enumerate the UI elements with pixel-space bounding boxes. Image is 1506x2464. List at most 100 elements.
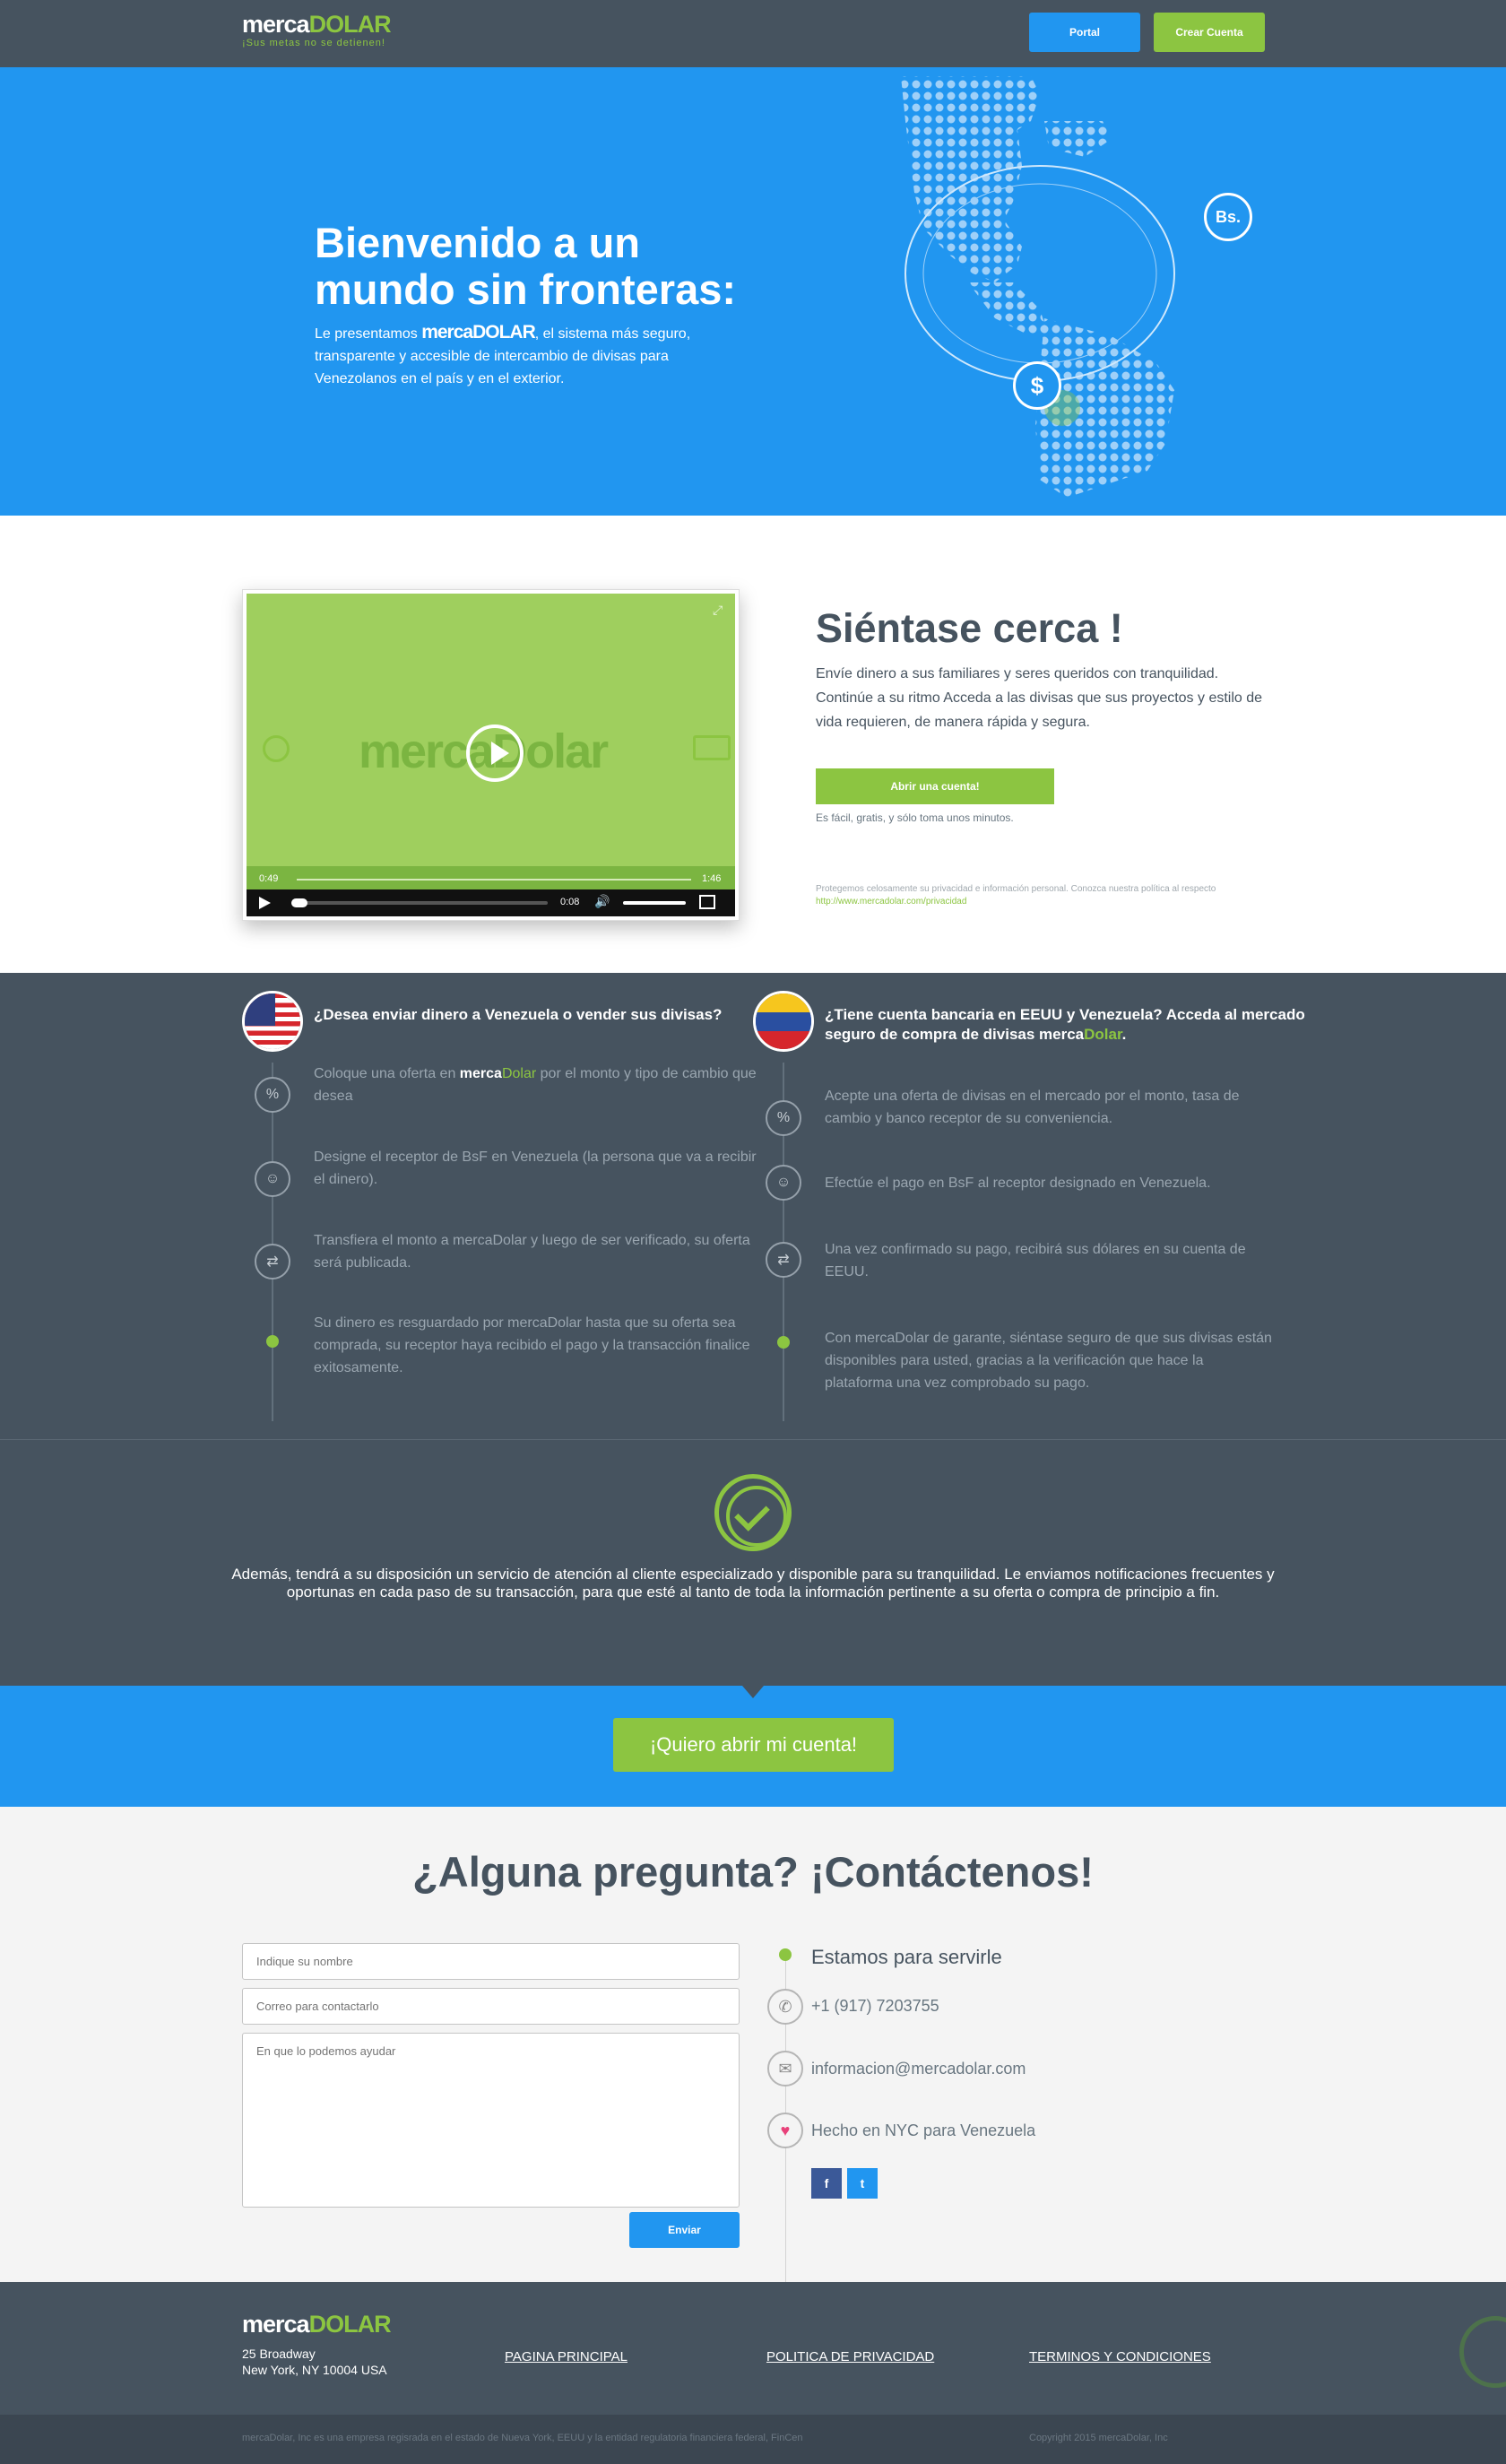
buy-currency-column: ¿Tiene cuenta bancaria en EEUU y Venezue…	[753, 973, 1305, 1439]
email-input[interactable]	[242, 1988, 740, 2025]
feel-close-body: Envíe dinero a sus familiares y seres qu…	[816, 666, 1263, 730]
volume-icon[interactable]: 🔊	[594, 894, 610, 909]
header-tagline: ¡Sus metas no se detienen!	[242, 38, 385, 48]
check-circle-icon	[714, 1474, 792, 1551]
buy-currency-title: ¿Tiene cuenta bancaria en EEUU y Venezue…	[825, 1005, 1309, 1045]
copyright-bar: mercaDolar, Inc es una empresa regisrada…	[0, 2415, 1506, 2464]
hero-title-line2: mundo sin fronteras:	[315, 265, 737, 313]
transfer-icon: ⇄	[255, 1244, 290, 1280]
send-money-column: ¿Desea enviar dinero a Venezuela o vende…	[242, 973, 771, 1439]
made-in-text: Hecho en NYC para Venezuela	[811, 2121, 1036, 2139]
seek-track[interactable]	[297, 879, 691, 881]
open-account-button[interactable]: Abrir una cuenta!	[816, 768, 1054, 804]
send-step-1-brand: mercaDolar	[460, 1066, 536, 1081]
elapsed-time: 0:49	[259, 873, 279, 884]
expand-icon[interactable]	[699, 895, 715, 909]
serve-dot	[779, 1948, 792, 1961]
map-central-america	[968, 282, 1049, 336]
send-step-2: Designe el receptor de BsF en Venezuela …	[314, 1150, 757, 1187]
assurance-text: Además, tendrá a su disposición un servi…	[231, 1566, 1275, 1601]
dollar-badge: $	[1013, 361, 1061, 410]
map-east-blob	[1044, 121, 1112, 157]
send-money-title: ¿Desea enviar dinero a Venezuela o vende…	[314, 1006, 723, 1023]
hero-inline-logo-dolar: DOLAR	[472, 322, 536, 343]
privacy-link[interactable]: http://www.mercadolar.com/privacidad	[816, 897, 966, 907]
footer-logo-merca: merca	[242, 2311, 310, 2338]
fullscreen-icon[interactable]: ⤢	[713, 603, 723, 618]
buy-currency-title-brand: Dolar	[1084, 1026, 1122, 1043]
steps-section: ¿Desea enviar dinero a Venezuela o vende…	[0, 973, 1506, 1439]
serve-text: Estamos para servirle	[811, 1946, 1002, 1968]
map-north-america	[901, 76, 1040, 282]
footer-watermark-coin-icon	[1459, 2316, 1506, 2388]
header-logo[interactable]: mercaDOLAR	[242, 11, 392, 39]
open-my-account-button[interactable]: ¡Quiero abrir mi cuenta!	[613, 1718, 894, 1772]
privacy-note: Protegemos celosamente su privacidad e i…	[816, 883, 1246, 908]
coin-icon	[263, 735, 290, 762]
copyright-text: Copyright 2015 mercaDolar, Inc	[1029, 2433, 1168, 2443]
footer-link-terms[interactable]: TERMINOS Y CONDICIONES	[1029, 2349, 1211, 2364]
name-input[interactable]	[242, 1943, 740, 1980]
video-seek-band	[247, 866, 735, 889]
final-step-dot	[266, 1335, 279, 1348]
percent-icon: %	[255, 1077, 290, 1113]
hero-inline-logo-merca: merca	[421, 322, 473, 343]
footer-address-1: 25 Broadway	[242, 2347, 316, 2361]
footer-link-home[interactable]: PAGINA PRINCIPAL	[505, 2349, 628, 2364]
venezuela-flag-icon	[753, 991, 814, 1052]
message-textarea[interactable]	[242, 2033, 740, 2208]
portal-button[interactable]: Portal	[1029, 13, 1140, 52]
mail-icon: ✉	[767, 2051, 803, 2087]
heart-icon: ♥	[767, 2113, 803, 2148]
send-step-4: Su dinero es resguardado por mercaDolar …	[314, 1315, 750, 1375]
volume-slider[interactable]	[623, 901, 686, 905]
hero-intro-before: Le presentamos	[315, 326, 418, 342]
cta-section: ¡Quiero abrir mi cuenta!	[0, 1686, 1506, 1807]
world-map-graphic	[901, 76, 1175, 498]
buy-step-2: Efectúe el pago en BsF al receptor desig…	[825, 1176, 1211, 1191]
person-icon: ☺	[255, 1161, 290, 1197]
send-button[interactable]: Enviar	[629, 2212, 740, 2248]
total-time: 1:46	[702, 873, 722, 884]
hero-title: Bienvenido a un mundo sin fronteras:	[315, 220, 853, 313]
send-step-1-before: Coloque una oferta en	[314, 1066, 456, 1081]
play-overlay-icon[interactable]	[466, 724, 524, 782]
play-icon[interactable]	[259, 897, 271, 909]
facebook-icon[interactable]: f	[811, 2168, 842, 2199]
person-icon: ☺	[766, 1165, 801, 1201]
contact-section: ¿Alguna pregunta? ¡Contáctenos! Enviar E…	[0, 1807, 1506, 2286]
video-controls: 0:08 🔊	[247, 889, 735, 916]
progress-handle[interactable]	[291, 898, 307, 907]
percent-icon: %	[766, 1100, 801, 1136]
buy-currency-title-end: .	[1121, 1026, 1127, 1043]
bs-badge-label: Bs.	[1215, 207, 1241, 226]
bs-badge: Bs.	[1204, 193, 1252, 241]
pointer-triangle	[742, 1686, 764, 1698]
video-screen[interactable]: mercaDolar ⤢ 0:49 1:46	[247, 594, 735, 889]
video-player[interactable]: mercaDolar ⤢ 0:49 1:46 0:08 🔊	[242, 589, 740, 921]
send-step-1-brand-merca: merca	[459, 1066, 502, 1081]
twitter-icon[interactable]: t	[847, 2168, 878, 2199]
buy-step-3: Una vez confirmado su pago, recibirá sus…	[825, 1242, 1246, 1280]
create-account-button[interactable]: Crear Cuenta	[1154, 13, 1265, 52]
hero-title-line1: Bienvenido a un	[315, 219, 640, 266]
footer-link-privacy[interactable]: POLITICA DE PRIVACIDAD	[766, 2349, 934, 2364]
buy-step-4: Con mercaDolar de garante, siéntase segu…	[825, 1331, 1272, 1391]
assurance-section: Además, tendrá a su disposición un servi…	[0, 1439, 1506, 1686]
transfer-icon: ⇄	[766, 1242, 801, 1278]
footer-address-2: New York, NY 10004 USA	[242, 2363, 387, 2377]
dollar-badge-label: $	[1030, 371, 1044, 399]
footer-logo-dolar: DOLAR	[308, 2311, 392, 2338]
video-section: mercaDolar ⤢ 0:49 1:46 0:08 🔊 Siéntase c…	[0, 516, 1506, 973]
footer-logo[interactable]: mercaDOLAR	[242, 2311, 392, 2338]
logo-part-dolar: DOLAR	[308, 11, 392, 38]
hero-inline-logo: mercaDOLAR	[421, 322, 536, 343]
footer: mercaDOLAR 25 Broadway New York, NY 1000…	[0, 2282, 1506, 2415]
hero-intro: Le presentamos mercaDOLAR, el sistema má…	[315, 321, 736, 390]
contact-phone[interactable]: +1 (917) 7203755	[811, 1997, 939, 2016]
easy-note: Es fácil, gratis, y sólo toma unos minut…	[816, 811, 1014, 824]
legal-text: mercaDolar, Inc es una empresa regisrada…	[242, 2433, 803, 2443]
contact-email[interactable]: informacion@mercadolar.com	[811, 2060, 1026, 2078]
progress-bar[interactable]	[291, 898, 548, 907]
send-step-1: Coloque una oferta en mercaDolar por el …	[314, 1063, 762, 1107]
